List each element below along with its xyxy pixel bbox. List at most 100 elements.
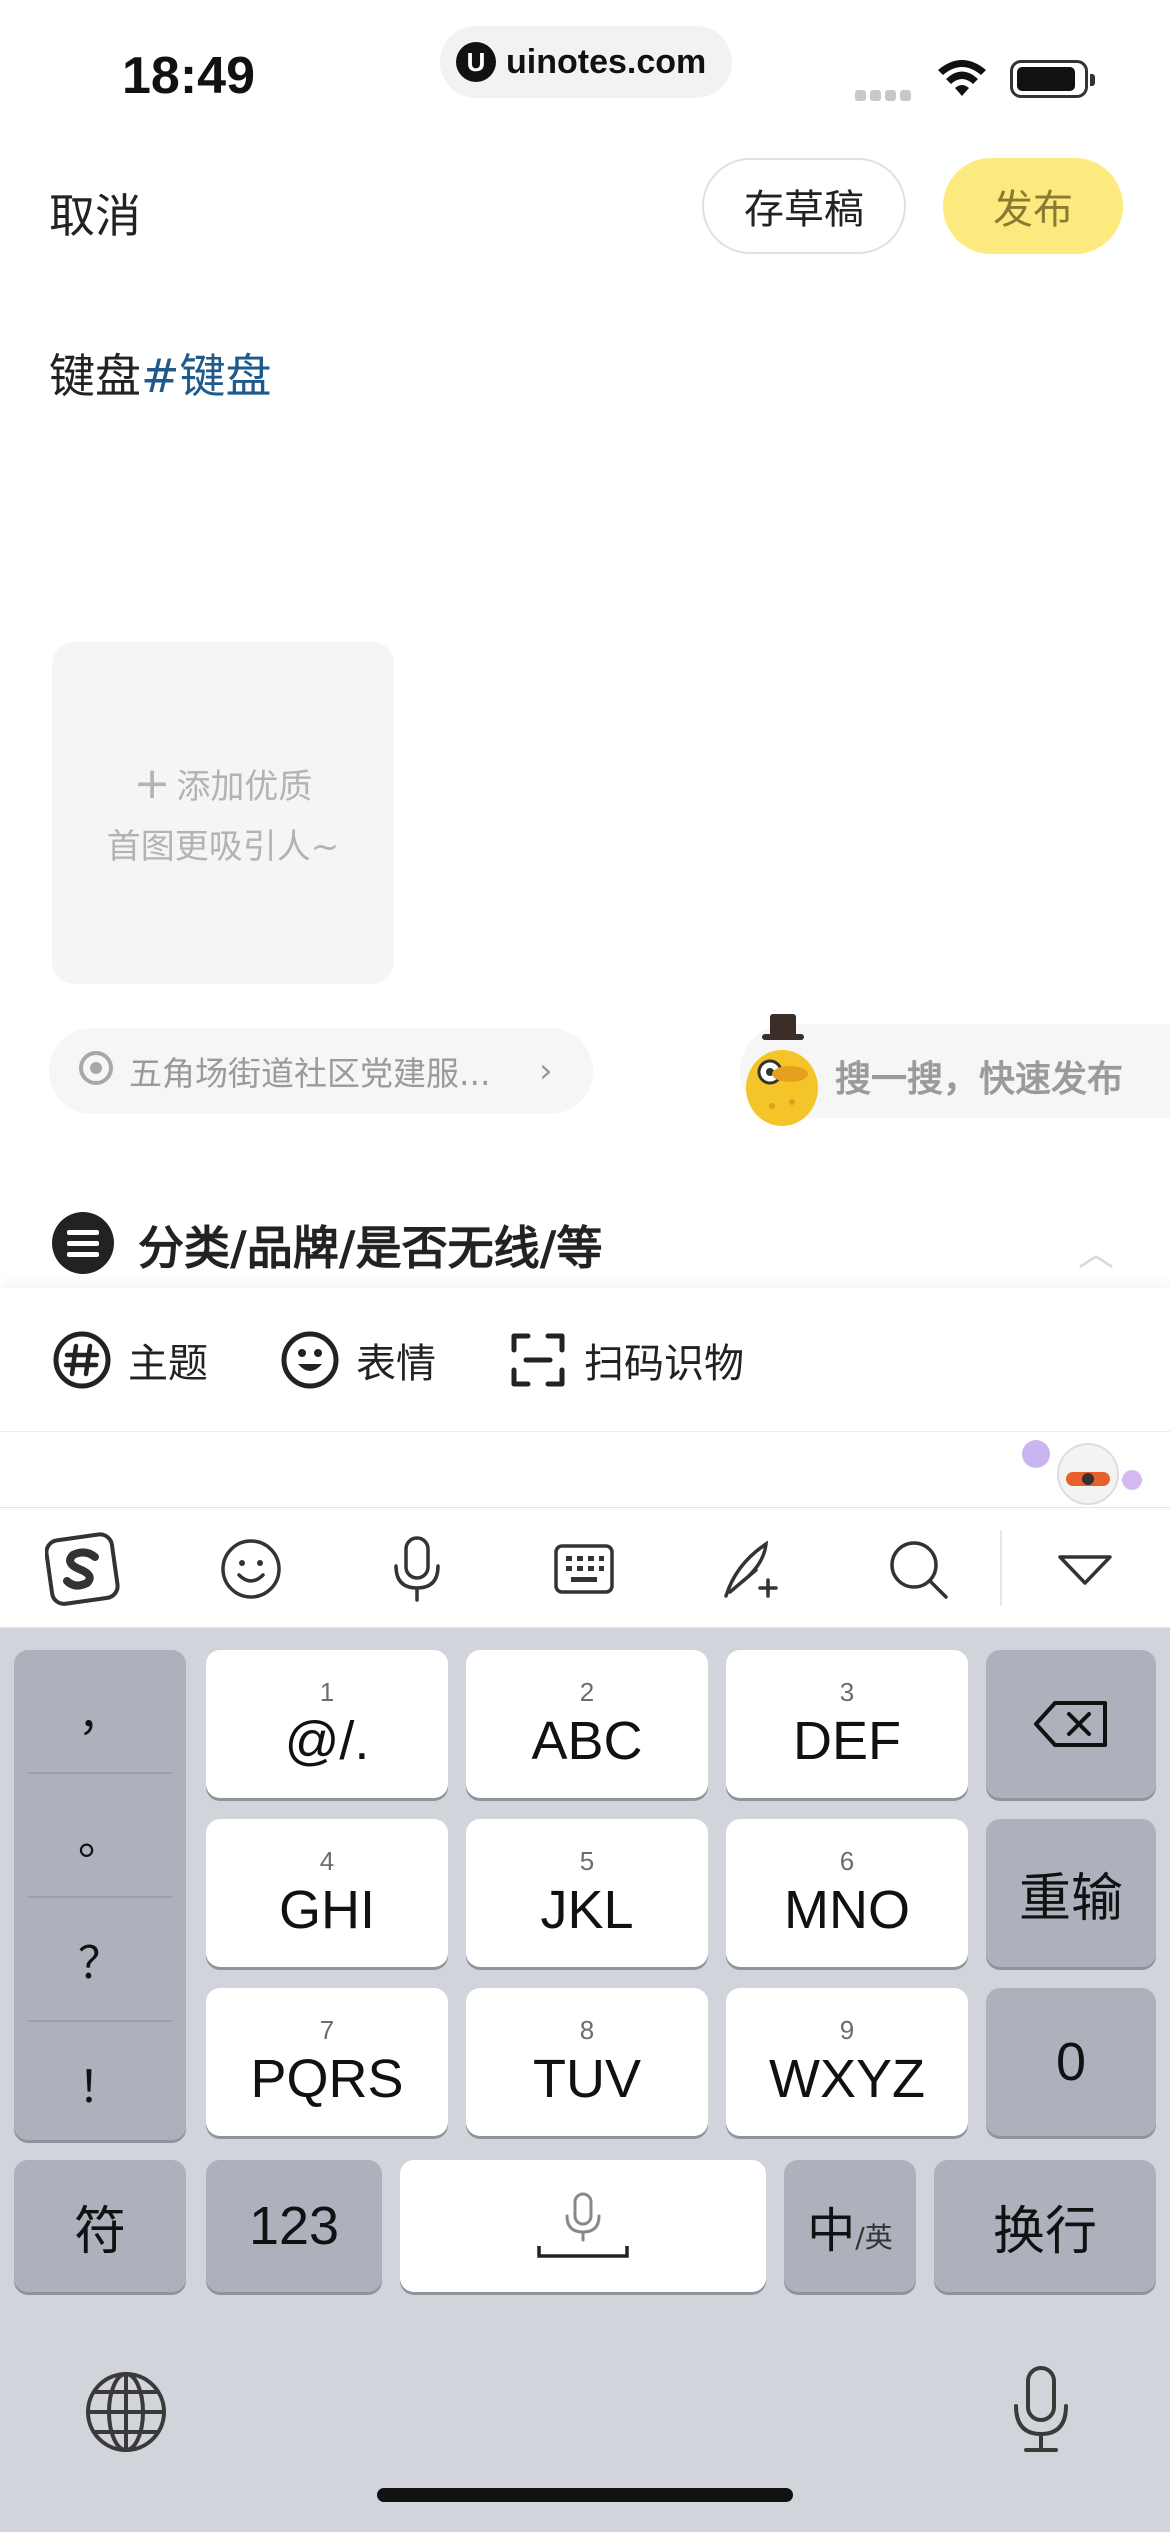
emoji-button[interactable]: 表情 bbox=[280, 1330, 436, 1390]
language-sub: /英 bbox=[855, 2221, 893, 2254]
chevron-right-icon: › bbox=[539, 1051, 553, 1091]
numeric-label: 123 bbox=[248, 2196, 340, 2256]
keyboard-toolbar bbox=[0, 1508, 1170, 1628]
key-number: 1 bbox=[319, 1676, 335, 1707]
reenter-key[interactable]: 重输 bbox=[986, 1819, 1156, 1967]
kb-handwriting-button[interactable] bbox=[712, 1530, 790, 1608]
add-image-card[interactable]: + 添加优质 首图更吸引人~ bbox=[52, 642, 394, 984]
keyboard-icon bbox=[554, 1544, 614, 1594]
scan-icon bbox=[511, 1333, 565, 1387]
handwriting-icon bbox=[724, 1540, 778, 1598]
key-letters: TUV bbox=[533, 2048, 641, 2109]
space-key[interactable] bbox=[400, 2160, 766, 2292]
publish-button[interactable]: 发布 bbox=[943, 158, 1123, 254]
home-indicator[interactable] bbox=[377, 2488, 793, 2502]
chevron-up-icon[interactable]: ︿ bbox=[1078, 1224, 1114, 1276]
key-3[interactable]: 3 DEF bbox=[726, 1650, 968, 1798]
kb-voice-button[interactable] bbox=[378, 1530, 456, 1608]
reenter-label: 重输 bbox=[1018, 1868, 1123, 1929]
key-number: 9 bbox=[839, 2014, 855, 2045]
key-letters: JKL bbox=[540, 1879, 634, 1940]
punctuation-column: ， 。 ？ ！ bbox=[14, 1650, 186, 2140]
category-selector[interactable]: 分类/品牌/是否无线/等 bbox=[138, 1212, 602, 1278]
signal-icon bbox=[855, 86, 915, 105]
return-key[interactable]: 换行 bbox=[934, 2160, 1156, 2292]
key-6[interactable]: 6 MNO bbox=[726, 1819, 968, 1967]
zero-label: 0 bbox=[1055, 2032, 1087, 2092]
key-9[interactable]: 9 WXYZ bbox=[726, 1988, 968, 2136]
numeric-key[interactable]: 123 bbox=[206, 2160, 382, 2292]
mascot-icon bbox=[746, 1014, 818, 1126]
add-image-text: 添加优质 bbox=[176, 767, 313, 807]
url-pill[interactable]: U uinotes.com bbox=[440, 26, 732, 98]
kb-layout-button[interactable] bbox=[545, 1530, 623, 1608]
sogou-logo-icon bbox=[45, 1532, 120, 1606]
key-number: 7 bbox=[319, 2014, 335, 2045]
key-number: 6 bbox=[839, 1845, 855, 1876]
post-text: 键盘 bbox=[49, 349, 141, 403]
key-letters: ABC bbox=[531, 1710, 643, 1771]
ime-mascot-icon[interactable] bbox=[1018, 1436, 1148, 1506]
kb-search-button[interactable] bbox=[879, 1530, 957, 1608]
key-letters: WXYZ bbox=[769, 2048, 925, 2109]
punct-key-question[interactable]: ？ bbox=[14, 1898, 186, 2020]
key-8[interactable]: 8 TUV bbox=[466, 1988, 708, 2136]
emoji-icon bbox=[281, 1331, 339, 1389]
topic-label: 主题 bbox=[128, 1341, 208, 1387]
key-letters: PQRS bbox=[250, 2048, 404, 2109]
backspace-icon bbox=[1034, 1701, 1107, 1747]
emoji-label: 表情 bbox=[356, 1341, 436, 1387]
toolbar-divider bbox=[1000, 1530, 1002, 1606]
scan-button[interactable]: 扫码识物 bbox=[508, 1330, 744, 1390]
battery-icon bbox=[1010, 60, 1095, 98]
add-image-label: + 添加优质 bbox=[134, 758, 313, 809]
punct-key-comma[interactable]: ， bbox=[14, 1650, 186, 1772]
key-4[interactable]: 4 GHI bbox=[206, 1819, 448, 1967]
key-5[interactable]: 5 JKL bbox=[466, 1819, 708, 1967]
collapse-icon bbox=[1058, 1555, 1112, 1585]
space-mic-icon bbox=[537, 2192, 629, 2258]
key-7[interactable]: 7 PQRS bbox=[206, 1988, 448, 2136]
kb-collapse-button[interactable] bbox=[1046, 1530, 1124, 1608]
key-letters: DEF bbox=[793, 1710, 901, 1771]
composer-toolbar: 主题 表情 扫码识物 bbox=[0, 1288, 1170, 1432]
punct-key-period[interactable]: 。 bbox=[14, 1774, 186, 1896]
punct-key-exclaim[interactable]: ！ bbox=[14, 2022, 186, 2144]
zero-key[interactable]: 0 bbox=[986, 1988, 1156, 2136]
symbol-key[interactable]: 符 bbox=[14, 2160, 186, 2292]
site-logo-icon: U bbox=[456, 42, 496, 82]
location-pin-icon bbox=[79, 1051, 113, 1085]
scan-label: 扫码识物 bbox=[584, 1341, 744, 1387]
sogou-logo-button[interactable] bbox=[44, 1530, 122, 1608]
location-chip[interactable]: 五角场街道社区党建服... › bbox=[49, 1028, 593, 1114]
language-label: 中/英 bbox=[807, 2191, 892, 2261]
post-text-area[interactable]: 键盘#键盘 bbox=[49, 340, 272, 406]
return-label: 换行 bbox=[992, 2201, 1097, 2262]
kb-emoji-button[interactable] bbox=[212, 1530, 290, 1608]
microphone-icon bbox=[394, 1536, 440, 1602]
key-1[interactable]: 1 @/. bbox=[206, 1650, 448, 1798]
save-draft-button[interactable]: 存草稿 bbox=[702, 158, 906, 254]
key-number: 4 bbox=[319, 1845, 335, 1876]
key-letters: @/. bbox=[284, 1710, 370, 1771]
wifi-icon bbox=[937, 58, 987, 102]
key-letters: GHI bbox=[278, 1879, 375, 1940]
topic-button[interactable]: 主题 bbox=[52, 1330, 208, 1390]
language-switch-key[interactable]: 中/英 bbox=[784, 2160, 916, 2292]
backspace-key[interactable] bbox=[986, 1650, 1156, 1798]
url-text: uinotes.com bbox=[506, 42, 707, 81]
hashtag-link[interactable]: #键盘 bbox=[141, 349, 272, 403]
hashtag-icon bbox=[53, 1331, 111, 1389]
dictation-microphone-icon[interactable] bbox=[1010, 2364, 1072, 2456]
add-image-hint: 首图更吸引人~ bbox=[106, 827, 340, 867]
key-number: 8 bbox=[579, 2014, 595, 2045]
quick-publish-label: 搜一搜，快速发布 bbox=[835, 1059, 1124, 1100]
cancel-button[interactable]: 取消 bbox=[49, 180, 141, 246]
globe-icon[interactable] bbox=[84, 2370, 168, 2454]
key-2[interactable]: 2 ABC bbox=[466, 1650, 708, 1798]
search-icon bbox=[890, 1541, 948, 1599]
key-number: 2 bbox=[579, 1676, 595, 1707]
key-number: 5 bbox=[579, 1845, 595, 1876]
key-number: 3 bbox=[839, 1676, 855, 1707]
ime-candidate-strip bbox=[0, 1432, 1170, 1508]
